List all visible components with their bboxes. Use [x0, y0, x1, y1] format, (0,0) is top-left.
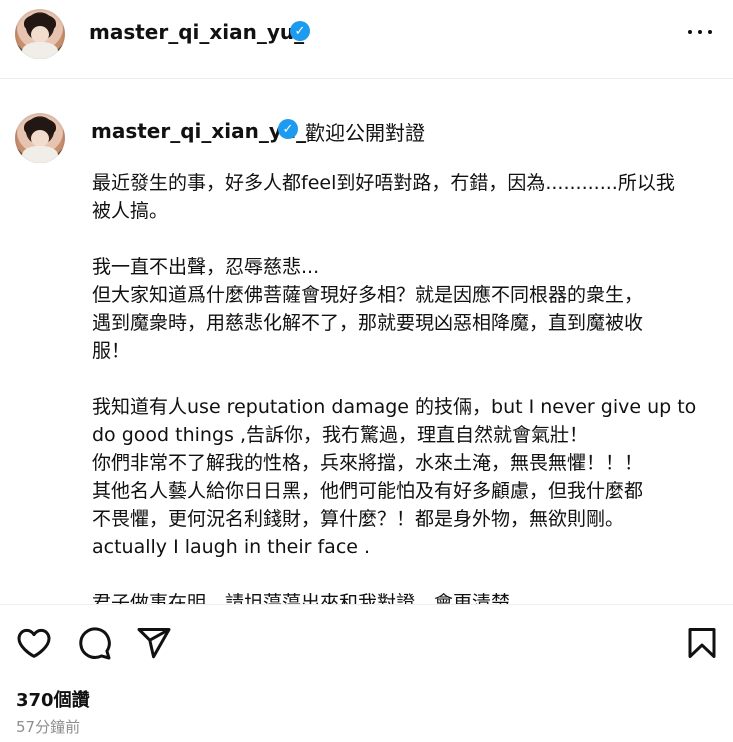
post-header: master_qi_xian_yu_ ✓ — [0, 0, 733, 79]
save-icon[interactable] — [684, 625, 720, 661]
caption-verified-icon: ✓ — [278, 119, 298, 139]
comment-icon-svg — [79, 627, 111, 660]
avatar-face — [31, 26, 49, 43]
post-actions-bar: 370個讚 57分鐘前 — [0, 604, 733, 742]
caption-username-link[interactable]: master_qi_xian_yu_ — [91, 119, 306, 143]
caption-lead-text: 歡迎公開對證 — [305, 121, 425, 145]
share-icon[interactable] — [136, 625, 172, 661]
avatar-face — [31, 130, 49, 147]
save-icon-svg — [688, 628, 716, 658]
caption-text: 最近發生的事，好多人都feel到好唔對路，冇錯，因為............所以… — [92, 172, 697, 604]
avatar-body — [22, 42, 58, 59]
avatar[interactable] — [15, 9, 65, 59]
verified-icon: ✓ — [290, 21, 310, 41]
username-link[interactable]: master_qi_xian_yu_ — [89, 20, 304, 44]
caption-avatar[interactable] — [15, 113, 65, 163]
more-dot — [688, 30, 692, 34]
avatar-body — [22, 146, 58, 163]
post-caption-section: master_qi_xian_yu_ ✓ 歡迎公開對證 最近發生的事，好多人都f… — [0, 79, 733, 604]
heart-icon-svg — [17, 628, 51, 658]
likes-count[interactable]: 370個讚 — [16, 686, 90, 712]
more-dot — [708, 30, 712, 34]
share-icon-svg — [137, 628, 171, 659]
more-dot — [698, 30, 702, 34]
more-options-icon[interactable] — [688, 20, 712, 44]
heart-icon[interactable] — [16, 625, 52, 661]
post-timestamp[interactable]: 57分鐘前 — [16, 716, 80, 737]
comment-icon[interactable] — [76, 625, 112, 661]
